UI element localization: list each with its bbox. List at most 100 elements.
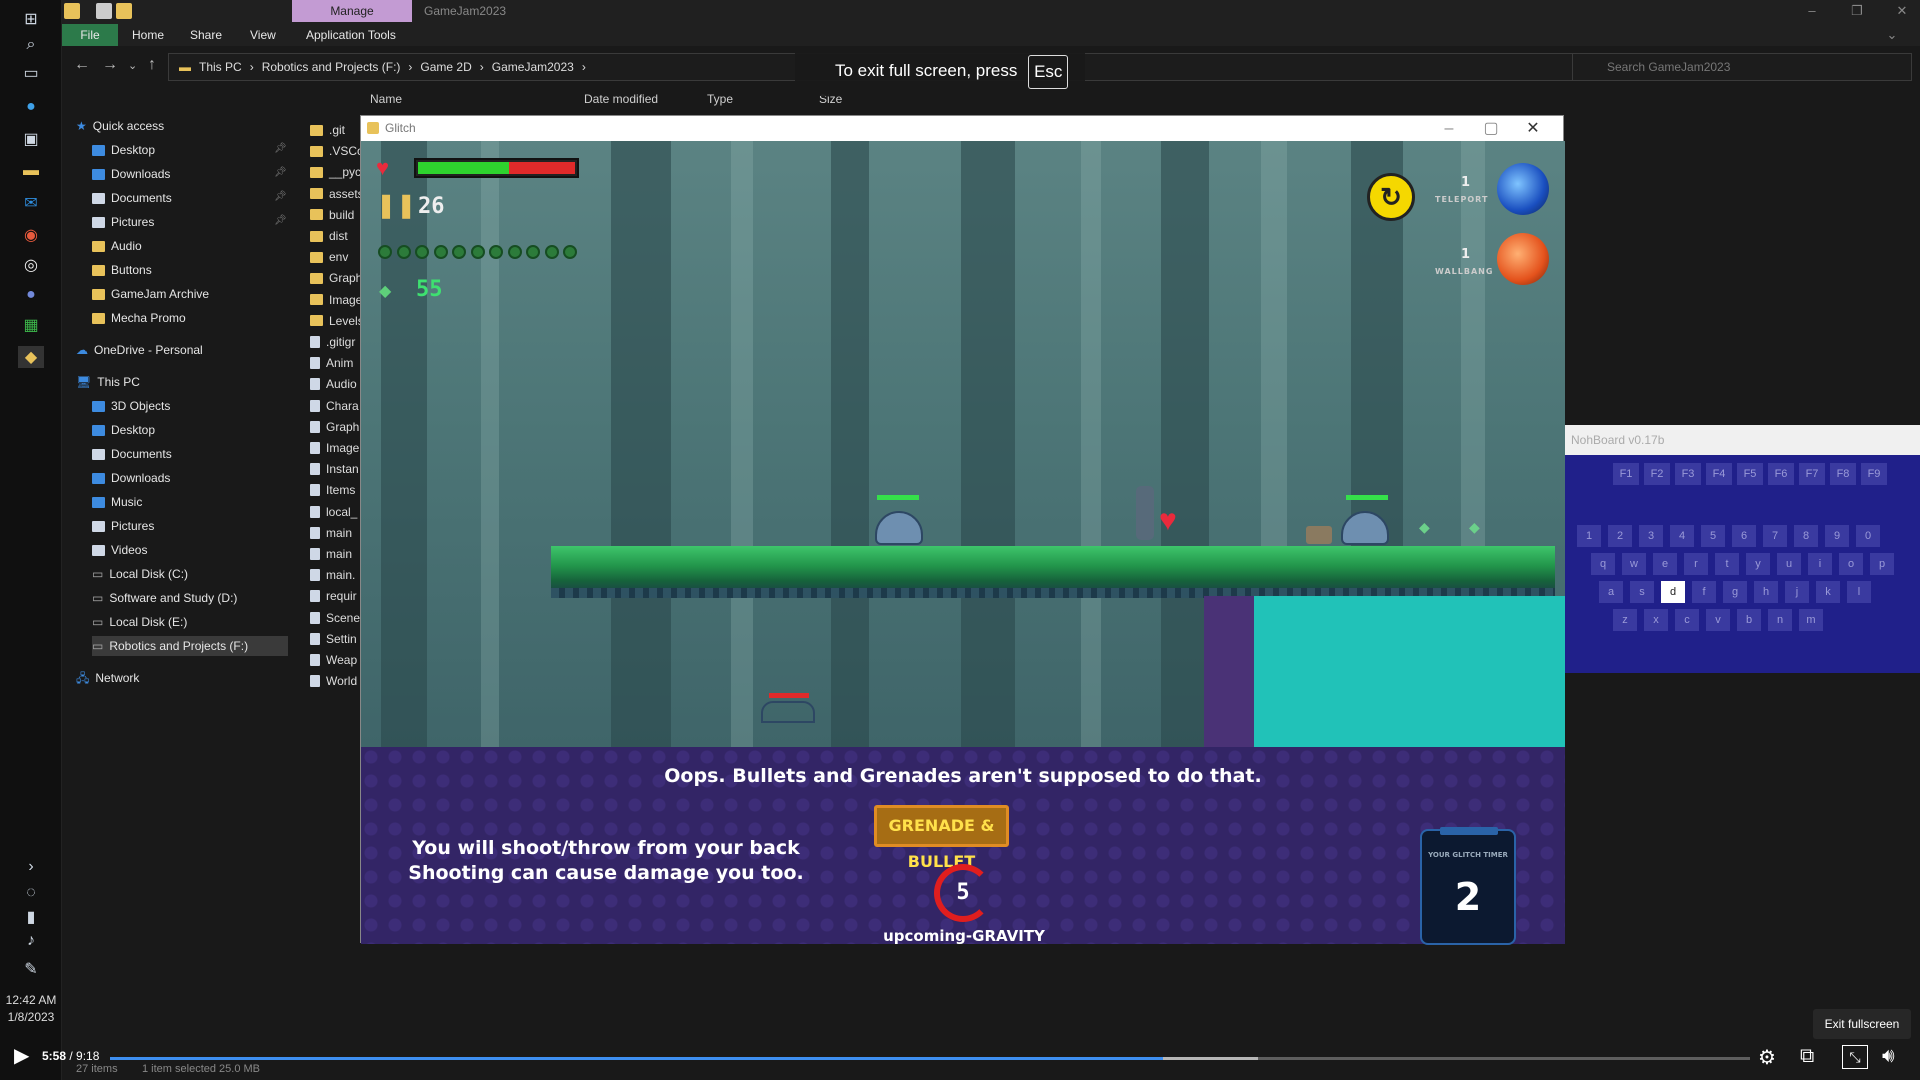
nav-item[interactable]: ▭ Robotics and Projects (F:): [92, 636, 288, 656]
nav-item[interactable]: Downloads: [92, 164, 170, 184]
nav-item[interactable]: ▭ Local Disk (C:): [92, 564, 188, 584]
tab-view[interactable]: View: [250, 24, 276, 46]
nav-item[interactable]: 3D Objects: [92, 396, 170, 416]
task-view-icon[interactable]: ▭: [18, 62, 44, 84]
nav-item[interactable]: ▭ Software and Study (D:): [92, 588, 237, 608]
file-list-item[interactable]: requir: [310, 586, 357, 606]
pin-icon[interactable]: 📌︎: [274, 215, 287, 226]
edge-icon[interactable]: ●: [18, 96, 44, 118]
file-list-item[interactable]: .VSCo: [310, 141, 364, 161]
file-list-item[interactable]: env: [310, 247, 348, 267]
game-minimize-icon[interactable]: –: [1429, 116, 1469, 141]
nav-item[interactable]: ☁ OneDrive - Personal: [76, 340, 203, 360]
file-list-item[interactable]: Graph: [310, 268, 362, 288]
up-icon[interactable]: ↑: [148, 56, 156, 74]
file-list-item[interactable]: main: [310, 523, 352, 543]
file-list-item[interactable]: assets: [310, 184, 364, 204]
new-folder-icon[interactable]: [116, 3, 132, 19]
context-tab-manage[interactable]: Manage: [292, 0, 412, 22]
file-list-item[interactable]: Levels: [310, 311, 364, 331]
file-list-item[interactable]: main: [310, 544, 352, 564]
nav-item[interactable]: Desktop: [92, 140, 155, 160]
nav-item[interactable]: Pictures: [92, 212, 154, 232]
file-explorer-icon[interactable]: ▬: [18, 160, 44, 182]
recent-chevron-icon[interactable]: ⌄: [128, 59, 137, 72]
speaker-icon[interactable]: ♪: [18, 930, 44, 952]
glitch-app-icon[interactable]: ◆: [18, 346, 44, 368]
nav-item[interactable]: Pictures: [92, 516, 154, 536]
minimize-icon[interactable]: –: [1792, 0, 1832, 22]
tab-share[interactable]: Share: [190, 24, 222, 46]
column-name[interactable]: Name: [370, 88, 402, 110]
file-list-item[interactable]: main.: [310, 565, 355, 585]
restart-icon[interactable]: ↻: [1367, 173, 1415, 221]
properties-icon[interactable]: [96, 3, 112, 19]
chevron-right-icon[interactable]: ›: [18, 856, 44, 878]
file-list-item[interactable]: Items: [310, 480, 355, 500]
nav-item[interactable]: Downloads: [92, 468, 170, 488]
nav-item[interactable]: Desktop: [92, 420, 155, 440]
nav-item[interactable]: 🖥︎ This PC: [76, 372, 140, 392]
breadcrumb-this-pc[interactable]: This PC: [199, 54, 242, 80]
pin-icon[interactable]: 📌︎: [274, 143, 287, 154]
pin-icon[interactable]: 📌︎: [274, 191, 287, 202]
game-scene[interactable]: ♥ ◆ ◆ ♥ ❚❚ 26 ◆ 55 ↻ 1 TELEPORT 1 WALLBA…: [361, 141, 1565, 747]
breadcrumb-game2d[interactable]: Game 2D: [420, 54, 471, 80]
tab-file[interactable]: File: [62, 24, 118, 46]
store-icon[interactable]: ▣: [18, 128, 44, 150]
steam-icon[interactable]: ◎: [18, 254, 44, 276]
file-list-item[interactable]: Weap: [310, 650, 357, 670]
play-icon[interactable]: ▶: [14, 1043, 29, 1068]
pin-icon[interactable]: 📌︎: [274, 167, 287, 178]
forward-icon[interactable]: →: [102, 56, 118, 74]
nav-item[interactable]: Documents: [92, 444, 172, 464]
nav-item[interactable]: Music: [92, 492, 142, 512]
game-close-icon[interactable]: ✕: [1513, 116, 1553, 141]
maximize-icon[interactable]: ❐: [1837, 0, 1877, 22]
nav-item[interactable]: Buttons: [92, 260, 152, 280]
video-progress-bar[interactable]: [110, 1057, 1750, 1060]
file-list-item[interactable]: build: [310, 205, 354, 225]
back-icon[interactable]: ←: [74, 56, 90, 74]
nav-item[interactable]: Audio: [92, 236, 142, 256]
usb-icon[interactable]: ▮: [18, 906, 44, 928]
mail-icon[interactable]: ✉: [18, 192, 44, 214]
file-list-item[interactable]: Image: [310, 290, 362, 310]
file-list-item[interactable]: World: [310, 671, 357, 691]
close-icon[interactable]: ✕: [1882, 0, 1920, 22]
file-list-item[interactable]: Image: [310, 438, 359, 458]
pen-icon[interactable]: ✎: [18, 958, 44, 980]
tab-application-tools[interactable]: Application Tools: [306, 24, 396, 46]
nav-item[interactable]: Documents: [92, 188, 172, 208]
file-list-item[interactable]: Anim: [310, 353, 353, 373]
excel-icon[interactable]: ▦: [18, 314, 44, 336]
file-list-item[interactable]: Scene: [310, 608, 360, 628]
tray-app-icon[interactable]: ◌: [18, 882, 44, 904]
column-type[interactable]: Type: [707, 88, 733, 110]
file-list-item[interactable]: Graph: [310, 417, 359, 437]
file-list-item[interactable]: __pyc: [310, 162, 361, 182]
nav-item[interactable]: ★ Quick access: [76, 116, 164, 136]
settings-icon[interactable]: ⚙: [1758, 1045, 1776, 1070]
windows-start-icon[interactable]: ⊞: [18, 8, 44, 30]
exit-fullscreen-icon[interactable]: ⤡: [1842, 1045, 1868, 1069]
file-list-item[interactable]: dist: [310, 226, 348, 246]
breadcrumb-gamejam[interactable]: GameJam2023: [492, 54, 574, 80]
discord-icon[interactable]: ●: [18, 284, 44, 306]
file-list-item[interactable]: Settin: [310, 629, 357, 649]
search-icon[interactable]: ⌕: [18, 34, 44, 56]
file-list-item[interactable]: Instan: [310, 459, 359, 479]
nav-item[interactable]: GameJam Archive: [92, 284, 209, 304]
chrome-icon[interactable]: ◉: [18, 224, 44, 246]
nav-item[interactable]: Videos: [92, 540, 147, 560]
taskbar-date[interactable]: 1/8/2023: [0, 1010, 62, 1024]
tab-home[interactable]: Home: [132, 24, 164, 46]
file-list-item[interactable]: Audio: [310, 374, 357, 394]
file-list-item[interactable]: .gitigr: [310, 332, 355, 352]
volume-icon[interactable]: 🔊︎: [1882, 1045, 1895, 1068]
column-date-modified[interactable]: Date modified: [584, 88, 658, 110]
nav-item[interactable]: ▭ Local Disk (E:): [92, 612, 187, 632]
ribbon-expand-icon[interactable]: ⌄: [1872, 24, 1912, 46]
file-list-item[interactable]: .git: [310, 120, 345, 140]
file-list-item[interactable]: local_: [310, 502, 357, 522]
